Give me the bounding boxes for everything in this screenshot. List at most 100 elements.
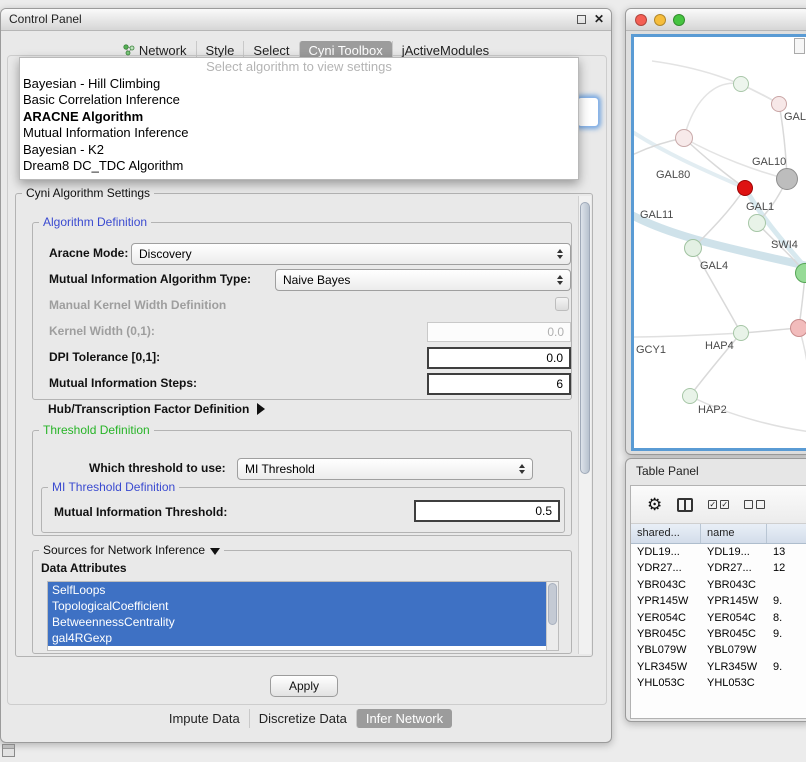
settings-gear-icon[interactable]: ⚙ <box>647 496 662 513</box>
table-row[interactable]: YPR145WYPR145W9. <box>631 593 806 609</box>
attributes-scrollbar-thumb[interactable] <box>548 583 557 625</box>
node-label-gal1: GAL1 <box>746 201 774 213</box>
attribute-item-betweennesscentrality[interactable]: BetweennessCentrality <box>48 614 546 630</box>
network-node[interactable] <box>748 214 766 232</box>
algorithm-option-aracne-algorithm[interactable]: ARACNE Algorithm <box>20 109 578 125</box>
canvas-scrollbar-fragment[interactable] <box>794 38 805 54</box>
attributes-scrollbar[interactable] <box>546 582 558 650</box>
settings-scrollbar-thumb[interactable] <box>580 202 590 474</box>
table-cell: YER054C <box>701 610 767 626</box>
select-all-columns-icon[interactable]: ✓ ✓ <box>708 500 729 509</box>
mi-threshold-field[interactable] <box>414 500 560 522</box>
network-node[interactable] <box>682 388 698 404</box>
columns-icon[interactable] <box>677 498 693 512</box>
network-tab-icon <box>123 44 135 56</box>
sources-group-title[interactable]: Sources for Network Inference <box>39 543 224 557</box>
network-node[interactable] <box>737 180 753 196</box>
network-canvas[interactable]: GALGAL80GAL10GAL11GAL1SWI4GAL4GCY1HAP4HA… <box>631 34 806 451</box>
checked-box-icon: ✓ <box>708 500 717 509</box>
table-cell: YLR345W <box>701 659 767 675</box>
table-cell: YDL19... <box>631 544 701 560</box>
checked-box-icon: ✓ <box>720 500 729 509</box>
close-traffic-button[interactable] <box>635 14 647 26</box>
window-title: Control Panel <box>1 9 82 30</box>
table-cell: YDL19... <box>701 544 767 560</box>
column-header-2[interactable] <box>767 524 806 543</box>
which-threshold-select[interactable]: MI Threshold <box>237 458 533 480</box>
node-label-gcy1: GCY1 <box>636 344 666 356</box>
hub-definition-toggle[interactable]: Hub/Transcription Factor Definition <box>48 402 265 416</box>
table-row[interactable]: YHL053CYHL053C <box>631 675 806 691</box>
control-panel-titlebar[interactable]: Control Panel ✕ <box>1 9 611 31</box>
sources-group: Sources for Network Inference Data Attri… <box>32 550 572 654</box>
table-cell: YBR043C <box>701 577 767 593</box>
cyni-algorithm-settings-group: Cyni Algorithm Settings Algorithm Defini… <box>15 193 593 657</box>
table-cell: YPR145W <box>701 593 767 609</box>
network-node[interactable] <box>675 129 693 147</box>
node-label-gal: GAL <box>784 111 806 123</box>
combo-stepper-icon <box>515 464 529 474</box>
algorithm-option-basic-correlation-inference[interactable]: Basic Correlation Inference <box>20 92 578 108</box>
focused-control-fragment[interactable] <box>577 97 599 127</box>
attributes-list[interactable]: SelfLoopsTopologicalCoefficientBetweenne… <box>47 581 559 651</box>
apply-button[interactable]: Apply <box>270 675 338 697</box>
network-node[interactable] <box>684 239 702 257</box>
sources-title-label: Sources for Network Inference <box>43 543 205 557</box>
minimized-panel-icon[interactable] <box>2 744 15 757</box>
settings-scrollbar[interactable] <box>578 196 591 654</box>
node-label-gal80: GAL80 <box>656 169 690 181</box>
table-cell: YDR27... <box>701 560 767 576</box>
network-node[interactable] <box>733 325 749 341</box>
aracne-mode-select[interactable]: Discovery <box>131 243 571 265</box>
algorithm-option-dream8-dc-tdc-algorithm[interactable]: Dream8 DC_TDC Algorithm <box>20 158 578 174</box>
aracne-mode-label: Aracne Mode: <box>49 246 128 260</box>
float-window-icon[interactable] <box>577 15 586 24</box>
dpi-tolerance-field[interactable] <box>427 347 571 369</box>
zoom-traffic-button[interactable] <box>673 14 685 26</box>
network-node[interactable] <box>790 319 806 337</box>
mi-steps-field[interactable] <box>427 373 571 395</box>
table-row[interactable]: YDL19...YDL19...13 <box>631 544 806 560</box>
attribute-item-topologicalcoefficient[interactable]: TopologicalCoefficient <box>48 598 546 614</box>
table-cell: 12 <box>767 560 806 576</box>
table-row[interactable]: YBR045CYBR045C9. <box>631 626 806 642</box>
threshold-definition-group: Threshold Definition Which threshold to … <box>32 430 572 536</box>
table-row[interactable]: YBR043CYBR043C <box>631 577 806 593</box>
deselect-all-columns-icon[interactable] <box>744 500 765 509</box>
network-node[interactable] <box>733 76 749 92</box>
tab-infer-network[interactable]: Infer Network <box>356 709 452 728</box>
table-cell: YHL053C <box>701 675 767 691</box>
network-window: GALGAL80GAL10GAL11GAL1SWI4GAL4GCY1HAP4HA… <box>625 8 806 455</box>
table-row[interactable]: YLR345WYLR345W9. <box>631 659 806 675</box>
table-row[interactable]: YDR27...YDR27...12 <box>631 560 806 576</box>
close-window-icon[interactable]: ✕ <box>594 13 604 25</box>
mi-type-select[interactable]: Naive Bayes <box>275 269 571 291</box>
table-cell: YHL053C <box>631 675 701 691</box>
table-panel-content: ⚙ ✓ ✓ shared...name YDL19...YDL19...13YD… <box>630 485 806 719</box>
tab-impute-data[interactable]: Impute Data <box>160 709 249 728</box>
network-node[interactable] <box>776 168 798 190</box>
table-row[interactable]: YBL079WYBL079W <box>631 642 806 658</box>
algorithm-option-bayesian-hill-climbing[interactable]: Bayesian - Hill Climbing <box>20 76 578 92</box>
table-cell <box>767 577 806 593</box>
combo-stepper-icon <box>553 275 567 285</box>
attribute-item-gal4rgexp[interactable]: gal4RGexp <box>48 630 546 646</box>
column-header-name[interactable]: name <box>701 524 767 543</box>
control-panel-window: Control Panel ✕ NetworkStyleSelectCyni T… <box>0 8 612 743</box>
network-window-titlebar[interactable] <box>626 9 806 31</box>
table-cell: 9. <box>767 593 806 609</box>
algorithm-option-bayesian-k2[interactable]: Bayesian - K2 <box>20 142 578 158</box>
column-header-shared[interactable]: shared... <box>631 524 701 543</box>
table-cell: 9. <box>767 626 806 642</box>
manual-kernel-label: Manual Kernel Width Definition <box>49 298 226 312</box>
table-row[interactable]: YER054CYER054C8. <box>631 610 806 626</box>
mi-steps-label: Mutual Information Steps: <box>49 376 197 390</box>
tab-label: Select <box>253 43 289 58</box>
minimize-traffic-button[interactable] <box>654 14 666 26</box>
network-node[interactable] <box>771 96 787 112</box>
algorithm-option-mutual-information-inference[interactable]: Mutual Information Inference <box>20 125 578 141</box>
tab-discretize-data[interactable]: Discretize Data <box>249 709 356 728</box>
tab-label: jActiveModules <box>402 43 489 58</box>
attribute-item-selfloops[interactable]: SelfLoops <box>48 582 546 598</box>
desktop: Control Panel ✕ NetworkStyleSelectCyni T… <box>0 0 806 762</box>
